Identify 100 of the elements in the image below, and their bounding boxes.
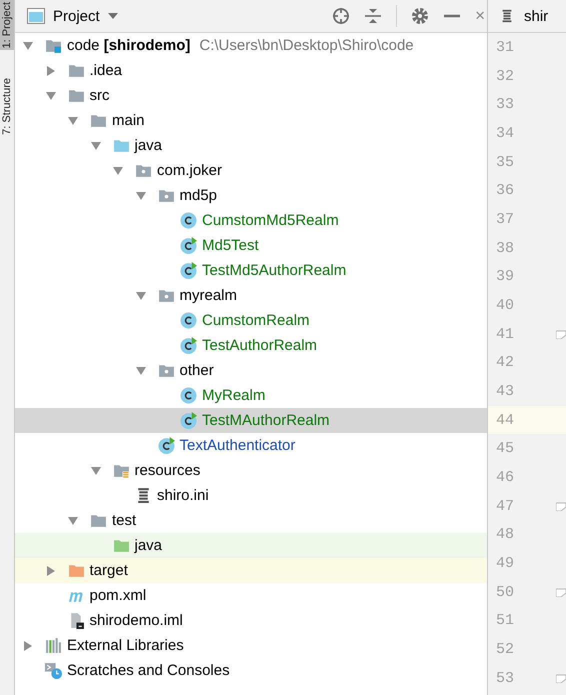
class-icon [180,312,197,329]
collapse-all-icon[interactable] [364,7,382,25]
tree-row[interactable]: Md5Test [15,233,487,258]
line-number: 33 [496,96,514,114]
node-name: java [134,137,162,154]
node-name: java [134,537,162,554]
window-icon [27,8,45,24]
scratches-icon [45,662,62,679]
collapse-arrow-icon[interactable] [90,140,100,150]
node-name: CumstomMd5Realm [202,212,339,229]
fold-marker-icon[interactable] [556,329,566,340]
collapse-arrow-icon[interactable] [136,290,146,300]
libraries-icon [45,637,62,654]
tree-row[interactable]: md5p [15,183,487,208]
tree-row[interactable]: CumstomRealm [15,308,487,333]
collapse-arrow-icon[interactable] [136,366,146,376]
collapse-arrow-icon[interactable] [68,516,78,526]
tree-row[interactable]: java [15,133,487,158]
tree-row[interactable]: java [15,533,487,558]
folder-icon [68,62,84,79]
fold-marker-icon[interactable] [556,501,566,512]
line-number: 44 [496,412,514,429]
test-class-icon [158,437,174,454]
tool-window-tab[interactable]: 1: Project [0,0,14,50]
tree-row[interactable]: code [shirodemo] C:\Users\bn\Desktop\Shiro\code [15,33,487,58]
tree-row[interactable]: shiro.ini [15,483,487,508]
tree-row[interactable]: shirodemo.iml [15,608,487,633]
module-folder-icon [45,37,62,54]
line-number: 35 [496,154,514,171]
text-file-icon [135,487,152,504]
line-number: 53 [496,670,514,687]
tree-row[interactable]: TestAuthorRealm [15,333,487,358]
expand-arrow-icon[interactable] [46,66,56,76]
fold-marker-icon[interactable] [556,673,566,684]
tree-row[interactable]: Scratches and Consoles [15,658,487,683]
package-icon [158,362,174,379]
folder-icon [112,537,130,554]
node-name: MyRealm [202,387,266,404]
collapse-arrow-icon[interactable] [113,166,123,176]
tree-row[interactable]: target [15,558,487,583]
tree-row[interactable]: MyRealm [15,383,487,408]
tree-row[interactable]: TestMAuthorRealm [15,408,487,433]
package-icon [135,162,152,179]
folder-icon [68,562,84,579]
node-name: CumstomRealm [202,312,310,329]
tree-row[interactable]: TextAuthenticator [15,433,487,458]
line-number: 36 [496,182,514,200]
node-name: TestMd5AuthorRealm [202,262,346,279]
tree-row[interactable]: CumstomMd5Realm [15,208,487,233]
tree-row[interactable]: com.joker [15,158,487,183]
node-name: Md5Test [202,237,259,254]
node-name: shiro.ini [157,487,209,504]
folder-icon [112,137,130,154]
node-name: Scratches and Consoles [67,662,230,679]
expand-arrow-icon[interactable] [46,566,56,576]
node-name: md5p [180,187,218,204]
tree-row[interactable]: src [15,83,487,108]
settings-icon[interactable] [411,7,430,25]
class-icon [180,387,197,404]
tree-row[interactable]: pom.xml [15,583,487,608]
collapse-arrow-icon[interactable] [68,116,78,126]
text-file-icon [500,9,514,23]
line-number: 43 [496,382,514,400]
line-number: 37 [496,210,514,228]
node-name: .idea [90,62,122,79]
editor-tab[interactable]: shir [500,8,548,24]
package-icon [158,287,174,304]
expand-arrow-icon[interactable] [23,640,33,650]
tree-row[interactable]: External Libraries [15,633,487,658]
tree-row[interactable]: myrealm [15,283,487,308]
tree-row[interactable]: test [15,508,487,533]
test-class-icon [180,412,197,429]
resources-folder-icon [112,462,130,479]
line-number: 46 [496,468,514,486]
node-name: src [90,87,110,104]
tree-row[interactable]: other [15,358,487,383]
node-name: myrealm [180,287,238,304]
node-name: com.joker [157,162,222,179]
node-name: target [90,562,128,579]
line-number: 49 [496,554,514,572]
test-class-icon [180,337,197,354]
node-name: External Libraries [67,637,184,654]
line-number: 42 [496,354,514,372]
tree-row[interactable]: .idea [15,58,487,83]
line-number: 47 [496,498,514,515]
tool-window-tab[interactable]: 7: Structure [0,76,14,138]
node-name: test [112,512,136,529]
tree-row[interactable]: resources [15,458,487,483]
module-name: [shirodemo] [104,37,190,54]
locate-icon[interactable] [332,7,350,25]
collapse-arrow-icon[interactable] [46,90,56,100]
line-number: 52 [496,640,514,658]
collapse-arrow-icon[interactable] [23,40,33,50]
view-selector[interactable]: Project [25,6,120,26]
collapse-arrow-icon[interactable] [136,190,146,200]
fold-marker-icon[interactable] [556,587,566,598]
collapse-arrow-icon[interactable] [90,466,100,476]
dropdown-caret-icon [108,13,118,19]
tree-row[interactable]: main [15,108,487,133]
tree-row[interactable]: TestMd5AuthorRealm [15,258,487,283]
